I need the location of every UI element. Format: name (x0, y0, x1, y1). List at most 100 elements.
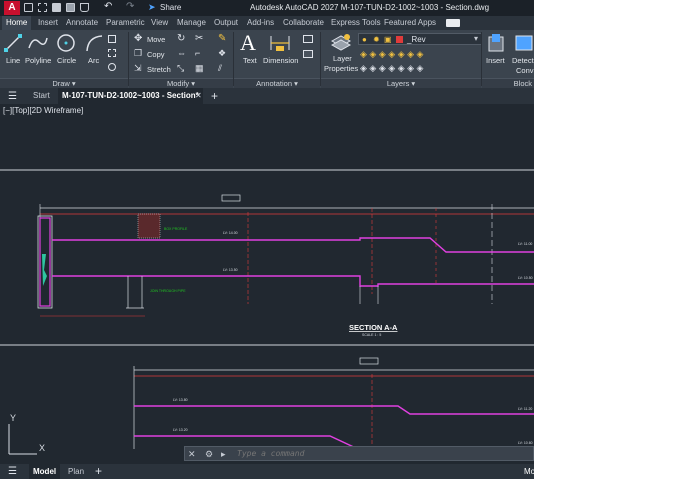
save-icon[interactable] (52, 3, 61, 12)
layer-properties-line1[interactable]: Layer (333, 54, 352, 63)
layers-panel-label[interactable]: Layers ▾ (321, 78, 481, 88)
circle-button[interactable]: Circle (57, 56, 76, 65)
undo-icon[interactable]: ↶ (104, 1, 112, 12)
svg-text:LV: 14.00: LV: 14.00 (223, 231, 238, 235)
plus-icon[interactable]: + (211, 89, 218, 103)
tab-start[interactable]: Start (33, 88, 50, 104)
layer-color-swatch (396, 36, 403, 43)
title-bar: A ↶ ↷ ➤ Share Autodesk AutoCAD 2027 M-10… (0, 0, 534, 16)
move-button[interactable]: Move (147, 35, 165, 44)
polyline-button[interactable]: Polyline (25, 56, 51, 65)
cad-drawing: BOX PROFILE JOIN THROUGH PIPE LV: 14.00 … (0, 169, 534, 455)
tab-plan[interactable]: Plan (68, 464, 84, 479)
polyline-icon[interactable] (27, 34, 49, 52)
svg-text:LV: 13.50: LV: 13.50 (223, 268, 238, 272)
copy-icon[interactable]: ❐ (134, 48, 142, 59)
dimension-button[interactable]: Dimension (263, 56, 298, 65)
draw-panel-label[interactable]: Draw ▾ (0, 78, 128, 88)
viewport-controls[interactable]: [−][Top][2D Wireframe] (3, 106, 83, 115)
layer-tool-icon[interactable]: ◈ ◈ ◈ ◈ ◈ ◈ ◈ (360, 63, 423, 74)
drawing-canvas[interactable]: BOX PROFILE JOIN THROUGH PIPE LV: 14.00 … (0, 104, 534, 464)
chevron-down-icon: ▾ (473, 34, 478, 43)
command-input[interactable] (237, 448, 527, 459)
command-line: ✕ ⚙ ▸ (184, 446, 534, 461)
trim-icon[interactable]: ✂ (195, 33, 203, 44)
layer-tool-icon[interactable]: ◈ ◈ ◈ ◈ ◈ ◈ ◈ (360, 49, 423, 60)
insert-icon[interactable] (487, 33, 505, 53)
layer-freeze-icon: ✹ (373, 35, 380, 44)
svg-text:LV: 11.00: LV: 11.00 (518, 242, 532, 246)
redo-icon[interactable]: ↷ (126, 1, 134, 12)
tab-active-drawing[interactable]: M-107-TUN-D2-1002~1003 - Section* (58, 88, 203, 104)
detect-icon[interactable] (515, 33, 534, 53)
detect-line2[interactable]: Conv (516, 66, 534, 75)
arc-button[interactable]: Arc (88, 56, 99, 65)
text-icon[interactable]: A (240, 30, 256, 56)
fillet-icon[interactable]: ⌐ (195, 48, 200, 58)
tab-annotate[interactable]: Annotate (66, 18, 98, 27)
layer-dropdown[interactable]: ● ✹ ▣ _Rev ▾ (358, 33, 482, 45)
saveas-icon[interactable] (66, 3, 75, 12)
close-icon[interactable]: ✕ (188, 449, 196, 460)
rotate-icon[interactable]: ↻ (177, 33, 185, 44)
hatch-icon[interactable] (108, 49, 116, 57)
insert-button[interactable]: Insert (486, 56, 505, 65)
arc-icon[interactable] (84, 33, 104, 53)
copy-button[interactable]: Copy (147, 50, 165, 59)
move-icon[interactable]: ✥ (134, 33, 142, 44)
circle-icon[interactable] (56, 33, 76, 53)
block-panel-label[interactable]: Block (482, 78, 534, 88)
modify-panel-label[interactable]: Modify ▾ (129, 78, 233, 88)
tab-model[interactable]: Model (29, 464, 61, 479)
table-icon[interactable] (303, 50, 313, 58)
svg-text:LV: 11.20: LV: 11.20 (518, 407, 532, 411)
leader-icon[interactable] (303, 35, 313, 43)
tab-express-tools[interactable]: Express Tools (331, 18, 381, 27)
share-icon[interactable]: ➤ (148, 2, 156, 13)
ribbon-options-icon[interactable] (446, 19, 460, 27)
menu-icon[interactable]: ☰ (8, 91, 17, 102)
open-icon[interactable] (38, 3, 47, 12)
tab-manage[interactable]: Manage (177, 18, 206, 27)
erase-icon[interactable]: ✎ (218, 33, 226, 44)
text-button[interactable]: Text (243, 56, 257, 65)
annotation-panel-label[interactable]: Annotation ▾ (234, 78, 320, 88)
model-space-toggle[interactable]: Mo (524, 464, 534, 479)
close-icon[interactable]: ✕ (195, 91, 202, 100)
menu-icon[interactable]: ☰ (8, 466, 17, 477)
app-logo-icon[interactable]: A (4, 1, 20, 15)
layer-properties-line2[interactable]: Properties (324, 64, 358, 73)
print-icon[interactable] (80, 3, 89, 12)
tab-view[interactable]: View (151, 18, 168, 27)
scale-icon[interactable]: ⤡ (177, 63, 184, 74)
tab-parametric[interactable]: Parametric (106, 18, 145, 27)
tab-output[interactable]: Output (214, 18, 238, 27)
ellipse-icon[interactable] (108, 63, 116, 71)
svg-text:LV: 13.20: LV: 13.20 (173, 428, 188, 432)
tab-addins[interactable]: Add-ins (247, 18, 274, 27)
command-chevron-icon[interactable]: ▸ (221, 449, 226, 460)
dimension-icon[interactable] (268, 34, 292, 52)
new-icon[interactable] (24, 3, 33, 12)
plus-icon[interactable]: + (95, 464, 102, 478)
wrench-icon[interactable]: ⚙ (205, 449, 213, 460)
array-icon[interactable]: ▦ (195, 63, 204, 74)
mirror-icon[interactable]: ⇔ (177, 48, 186, 58)
tab-insert[interactable]: Insert (38, 18, 58, 27)
line-icon[interactable] (4, 34, 22, 52)
tab-featured-apps[interactable]: Featured Apps (384, 18, 436, 27)
detect-line1[interactable]: Detect (512, 56, 534, 65)
stretch-icon[interactable]: ⇲ (134, 63, 142, 74)
rectangle-icon[interactable] (108, 35, 116, 43)
explode-icon[interactable]: ❖ (218, 48, 226, 59)
offset-icon[interactable]: ⫽ (218, 63, 222, 74)
tab-collaborate[interactable]: Collaborate (283, 18, 324, 27)
tab-home[interactable]: Home (2, 16, 32, 30)
current-layer-name: _Rev (407, 35, 426, 44)
svg-text:BOX PROFILE: BOX PROFILE (164, 227, 188, 231)
line-button[interactable]: Line (6, 56, 20, 65)
share-button[interactable]: Share (160, 3, 181, 12)
stretch-button[interactable]: Stretch (147, 65, 171, 74)
svg-text:LV: 10.50: LV: 10.50 (518, 276, 533, 280)
layer-properties-icon[interactable] (330, 33, 352, 53)
